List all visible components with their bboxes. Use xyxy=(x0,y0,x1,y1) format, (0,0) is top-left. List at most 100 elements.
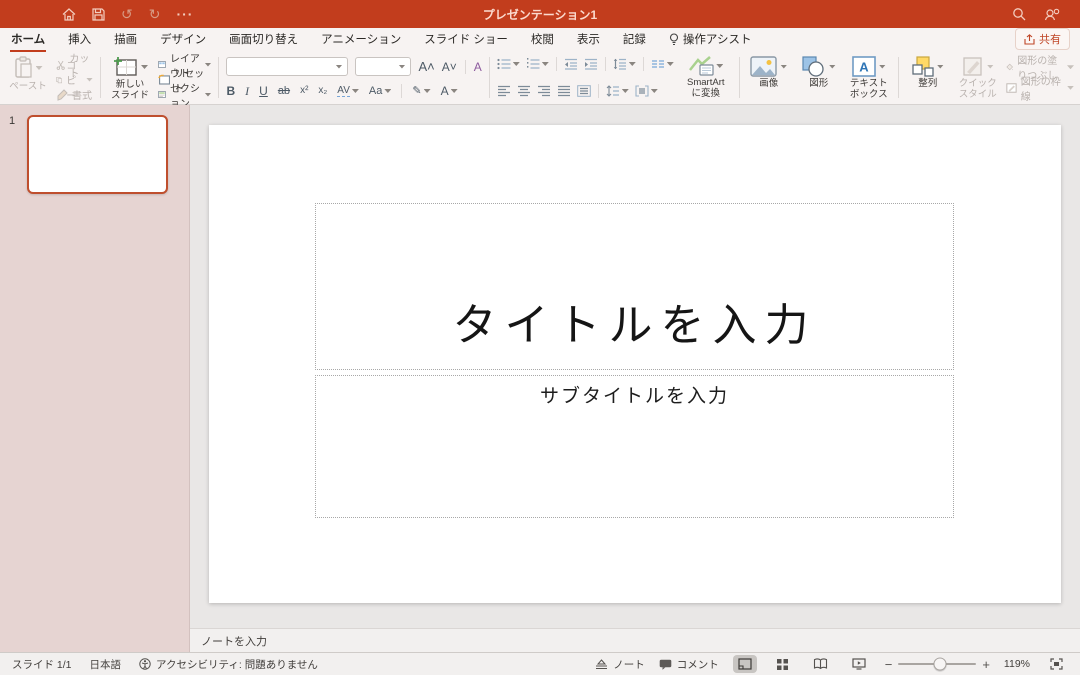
slide-sorter-view-button[interactable] xyxy=(771,655,795,673)
distribute-text-button[interactable] xyxy=(577,85,591,97)
shrink-font-button[interactable]: A˅ xyxy=(442,61,457,73)
text-direction-button[interactable] xyxy=(606,85,629,97)
subtitle-placeholder[interactable]: サブタイトルを入力 xyxy=(315,375,954,518)
italic-button[interactable]: I xyxy=(245,85,249,97)
slide[interactable]: タイトルを入力 サブタイトルを入力 xyxy=(209,125,1061,603)
bullets-button[interactable] xyxy=(497,58,520,70)
font-name-select[interactable] xyxy=(226,57,348,76)
title-placeholder-text: タイトルを入力 xyxy=(453,289,817,353)
increase-indent-button[interactable] xyxy=(584,58,598,70)
text-direction-icon xyxy=(606,85,620,97)
numbering-icon xyxy=(526,58,540,70)
titlebar: ↺ ↻ ··· プレゼンテーション1 xyxy=(0,0,1080,28)
tab-insert[interactable]: 挿入 xyxy=(67,27,92,52)
align-center-icon xyxy=(517,85,531,97)
notes-toggle[interactable]: ノート xyxy=(595,657,645,672)
slideshow-view-button[interactable] xyxy=(847,655,871,673)
comment-icon xyxy=(659,659,672,670)
language-indicator[interactable]: 日本語 xyxy=(90,657,122,672)
zoom-slider-knob[interactable] xyxy=(934,658,947,671)
convert-to-smartart-button[interactable]: SmartArt に変換 xyxy=(680,55,732,100)
highlight-color-button[interactable]: ✎ xyxy=(412,86,430,97)
undo-icon[interactable]: ↺ xyxy=(121,7,133,21)
strikethrough-button[interactable]: ab xyxy=(278,86,290,97)
tab-tell-me-label: 操作アシスト xyxy=(683,31,752,47)
slide-thumbnail[interactable] xyxy=(27,115,168,194)
tab-view[interactable]: 表示 xyxy=(576,27,601,52)
tab-animations[interactable]: アニメーション xyxy=(320,27,402,52)
zoom-control: − + xyxy=(885,658,990,671)
presence-people-icon[interactable] xyxy=(1044,8,1060,21)
line-spacing-button[interactable] xyxy=(613,58,636,70)
insert-picture-button[interactable]: 画像 xyxy=(747,55,791,100)
save-icon[interactable] xyxy=(92,8,105,21)
format-painter-icon xyxy=(56,89,68,101)
accessibility-status[interactable]: アクセシビリティ: 問題ありません xyxy=(139,657,318,672)
align-right-button[interactable] xyxy=(537,85,551,97)
comments-toggle[interactable]: コメント xyxy=(659,657,719,672)
tab-record[interactable]: 記録 xyxy=(622,27,647,52)
highlighter-icon: ✎ xyxy=(412,86,421,97)
shape-outline-button[interactable]: 図形の枠線 xyxy=(1006,80,1074,95)
columns-button[interactable] xyxy=(651,59,674,69)
character-spacing-button[interactable]: AV xyxy=(337,86,359,97)
decrease-indent-icon xyxy=(564,58,578,70)
tab-draw[interactable]: 描画 xyxy=(113,27,138,52)
reading-view-button[interactable] xyxy=(809,655,833,673)
decrease-indent-button[interactable] xyxy=(564,58,578,70)
textbox-icon: A xyxy=(852,56,876,77)
font-color-icon: A xyxy=(441,85,449,97)
zoom-level[interactable]: 119% xyxy=(1004,658,1030,670)
tab-home[interactable]: ホーム xyxy=(10,27,46,52)
share-button[interactable]: 共有 xyxy=(1015,28,1070,50)
tab-tell-me[interactable]: 操作アシスト xyxy=(668,27,753,52)
zoom-out-button[interactable]: − xyxy=(885,658,893,671)
section-button[interactable]: セクション xyxy=(158,87,211,102)
align-center-button[interactable] xyxy=(517,85,531,97)
tab-design[interactable]: デザイン xyxy=(159,27,207,52)
zoom-slider[interactable] xyxy=(898,663,976,665)
quick-styles-button[interactable]: クイック スタイル xyxy=(956,55,1000,100)
font-color-button[interactable]: A xyxy=(441,85,458,97)
home-icon[interactable] xyxy=(62,8,76,21)
title-placeholder[interactable]: タイトルを入力 xyxy=(315,203,954,370)
font-size-select[interactable] xyxy=(355,57,411,76)
clear-formatting-button[interactable]: A xyxy=(474,61,482,73)
font-group: A˄ A˅ A B I U ab x² x₂ AV Aa xyxy=(226,55,481,100)
more-commands-icon[interactable]: ··· xyxy=(176,7,193,21)
align-left-icon xyxy=(497,85,511,97)
normal-view-button[interactable] xyxy=(733,655,757,673)
subscript-button[interactable]: x₂ xyxy=(318,86,327,96)
share-label: 共有 xyxy=(1039,31,1061,47)
copy-icon xyxy=(56,74,62,86)
bold-button[interactable]: B xyxy=(226,85,235,97)
format-painter-button[interactable]: 書式 xyxy=(56,87,93,102)
search-icon[interactable] xyxy=(1012,7,1026,21)
underline-button[interactable]: U xyxy=(259,85,268,97)
scissors-icon xyxy=(56,59,65,71)
numbering-button[interactable] xyxy=(526,58,549,70)
superscript-button[interactable]: x² xyxy=(300,86,308,96)
tab-review[interactable]: 校閲 xyxy=(530,27,555,52)
reset-icon xyxy=(158,74,170,85)
tab-slideshow[interactable]: スライド ショー xyxy=(423,27,509,52)
tab-transitions[interactable]: 画面切り替え xyxy=(228,27,299,52)
notes-pane[interactable]: ノートを入力 xyxy=(190,628,1080,652)
shapes-icon xyxy=(802,56,826,77)
grow-font-button[interactable]: A˄ xyxy=(418,60,434,73)
change-case-button[interactable]: Aa xyxy=(369,86,391,97)
copy-button[interactable]: コピー xyxy=(56,72,93,87)
arrange-button[interactable]: 整列 xyxy=(906,55,950,100)
lightbulb-icon xyxy=(669,33,679,46)
fit-slide-to-window-button[interactable] xyxy=(1044,655,1068,673)
zoom-in-button[interactable]: + xyxy=(982,658,990,671)
shape-fill-icon xyxy=(1006,61,1013,73)
redo-icon[interactable]: ↻ xyxy=(149,7,161,21)
insert-textbox-button[interactable]: A テキスト ボックス xyxy=(847,55,891,100)
paste-button[interactable]: ペースト xyxy=(6,55,50,100)
align-left-button[interactable] xyxy=(497,85,511,97)
justify-button[interactable] xyxy=(557,85,571,97)
insert-shapes-button[interactable]: 図形 xyxy=(797,55,841,100)
align-text-button[interactable] xyxy=(635,85,658,97)
new-slide-button[interactable]: 新しい スライド xyxy=(108,55,152,100)
